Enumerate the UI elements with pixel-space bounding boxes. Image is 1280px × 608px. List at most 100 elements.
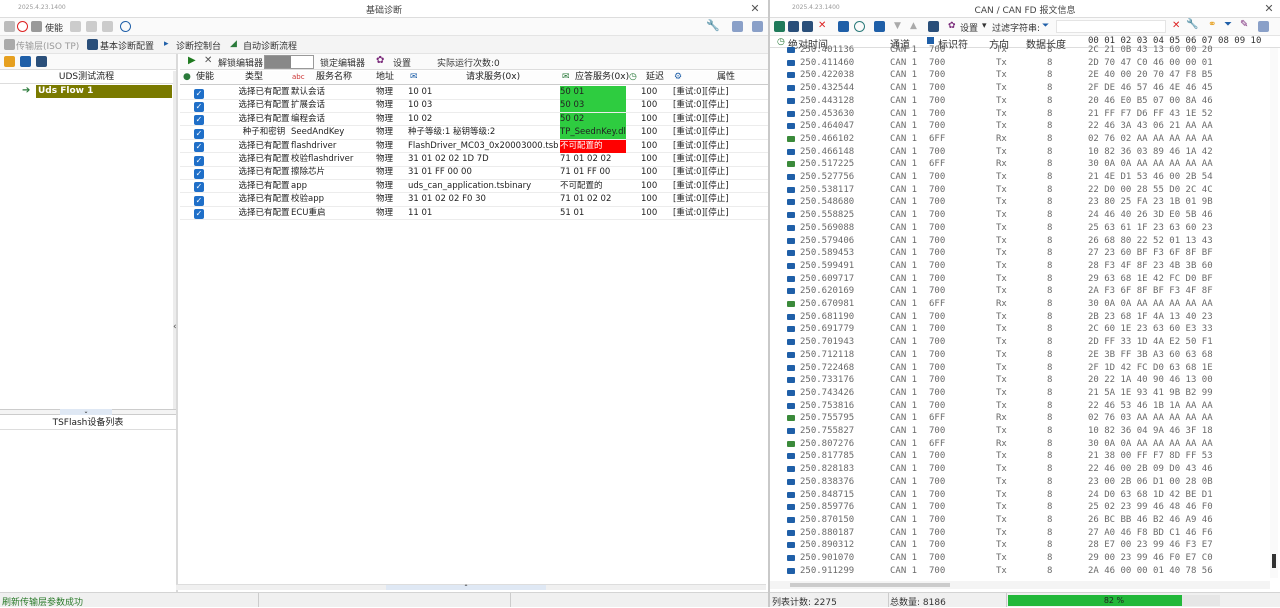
table-row[interactable]: ✓ 选择已有配置 擦除芯片 物理 31 01 FF 00 00 71 01 FF 00 10… [180, 166, 770, 180]
can-message-row[interactable]: 250.838376 CAN 1 700 Tx 8 23 00 2B 06 D1 00 2… [770, 476, 1270, 489]
can-message-row[interactable]: 250.691779 CAN 1 700 Tx 8 2C 60 1E 23 63 60 E… [770, 323, 1270, 336]
close-icon[interactable]: ✕ [1262, 2, 1276, 15]
cell-delay[interactable]: 100 [641, 180, 671, 193]
scroll-to-end-icon[interactable] [838, 21, 849, 32]
cell-attr[interactable]: [重试:0][停止] [673, 153, 763, 166]
window-icon[interactable] [1258, 21, 1269, 32]
can-message-row[interactable]: 250.753816 CAN 1 700 Tx 8 22 46 53 46 1B 1A A… [770, 400, 1270, 413]
can-message-row[interactable]: 250.807276 CAN 1 6FF Rx 8 30 0A 0A AA AA AA A… [770, 438, 1270, 451]
export-icon[interactable] [36, 56, 47, 67]
cell-delay[interactable]: 100 [641, 86, 671, 99]
save-as-icon[interactable] [102, 21, 113, 32]
cell-req[interactable]: 种子等级:1 秘钥等级:2 [408, 126, 558, 139]
row-enable-checkbox[interactable]: ✓ [194, 208, 204, 221]
filter-icon[interactable]: ⏷ [1042, 21, 1049, 31]
clear-icon[interactable]: ✕ [818, 20, 826, 31]
enable-label[interactable]: 使能 [45, 21, 63, 34]
cell-delay[interactable]: 100 [641, 99, 671, 112]
can-message-row[interactable]: 250.432544 CAN 1 700 Tx 8 2F DE 46 57 46 4E 4… [770, 82, 1270, 95]
cell-name[interactable]: ECU重启 [291, 207, 371, 220]
can-message-row[interactable]: 250.589453 CAN 1 700 Tx 8 27 23 60 BF F3 6F 8… [770, 247, 1270, 260]
can-message-row[interactable]: 250.422038 CAN 1 700 Tx 8 2E 40 00 20 70 47 F… [770, 69, 1270, 82]
can-message-row[interactable]: 250.733176 CAN 1 700 Tx 8 20 22 1A 40 90 46 1… [770, 374, 1270, 387]
pause-icon[interactable] [774, 21, 785, 32]
tab-basic-config[interactable]: 基本诊断配置 [100, 39, 154, 52]
cell-name[interactable]: 扩展会话 [291, 99, 371, 112]
highlight-icon[interactable]: ✎ [1240, 19, 1248, 30]
table-row[interactable]: ✓ 选择已有配置 编程会话 物理 10 02 50 02 100 [重试:0][停止] [180, 112, 770, 127]
can-message-row[interactable]: 250.464047 CAN 1 700 Tx 8 22 46 3A 43 06 21 A… [770, 120, 1270, 133]
cell-type[interactable]: 选择已有配置 [230, 140, 298, 153]
cell-resp[interactable]: 71 01 02 02 [560, 153, 626, 166]
col-service-name[interactable]: 服务名称 [316, 71, 352, 84]
camera-icon[interactable] [928, 21, 939, 32]
can-message-row[interactable]: 250.901070 CAN 1 700 Tx 8 29 00 23 99 46 F0 E… [770, 552, 1270, 565]
table-row[interactable]: ✓ 选择已有配置 扩展会话 物理 10 03 50 03 100 [重试:0][停止] [180, 99, 770, 113]
col-attributes[interactable]: 属性 [717, 71, 735, 84]
can-message-row[interactable]: 250.870150 CAN 1 700 Tx 8 26 BC BB 46 B2 46 A… [770, 514, 1270, 527]
cell-name[interactable]: app [291, 180, 371, 193]
cell-addr[interactable]: 物理 [376, 113, 406, 126]
copy-icon[interactable] [802, 21, 813, 32]
cell-attr[interactable]: [重试:0][停止] [673, 193, 763, 206]
open-folder-icon[interactable] [4, 56, 15, 67]
cell-req[interactable]: uds_can_application.tsbinary [408, 180, 558, 193]
enable-check-icon[interactable] [31, 21, 42, 32]
col-enable[interactable]: 使能 [196, 71, 214, 84]
arrow-down-icon[interactable]: ▼ [894, 21, 901, 31]
can-message-row[interactable]: 250.558825 CAN 1 700 Tx 8 24 46 40 26 3D E0 5… [770, 209, 1270, 222]
cell-delay[interactable]: 100 [641, 166, 671, 179]
col-request[interactable]: 请求服务(0x) [466, 71, 520, 84]
sort-icon[interactable] [874, 21, 885, 32]
can-message-row[interactable]: 250.670981 CAN 1 6FF Rx 8 30 0A 0A AA AA AA A… [770, 298, 1270, 311]
cell-addr[interactable]: 物理 [376, 180, 406, 193]
cell-addr[interactable]: 物理 [376, 86, 406, 99]
settings-label[interactable]: 设置 [393, 56, 411, 69]
cell-req[interactable]: 31 01 02 02 F0 30 [408, 193, 558, 206]
cell-delay[interactable]: 100 [641, 207, 671, 220]
editor-lock-toggle[interactable] [264, 55, 314, 69]
cell-addr[interactable]: 物理 [376, 207, 406, 220]
cell-delay[interactable]: 100 [641, 113, 671, 126]
can-vertical-scrollbar[interactable] [1270, 48, 1278, 578]
cell-req[interactable]: 10 01 [408, 86, 558, 99]
cell-type[interactable]: 选择已有配置 [230, 86, 298, 99]
tab-transport-layer[interactable]: 传输层(ISO TP) [16, 39, 79, 52]
tree-item-uds-flow[interactable]: Uds Flow 1 [36, 85, 172, 98]
cell-req[interactable]: FlashDriver_MC03_0x20003000.tsbinary [408, 140, 558, 153]
can-message-row[interactable]: 250.548680 CAN 1 700 Tx 8 23 80 25 FA 23 1B 0… [770, 196, 1270, 209]
cell-resp[interactable]: 50 03 [560, 99, 626, 113]
table-row[interactable]: ✓ 选择已有配置 校验app 物理 31 01 02 02 F0 30 71 01 02 … [180, 193, 770, 207]
cell-type[interactable]: 选择已有配置 [230, 180, 298, 193]
cell-type[interactable]: 选择已有配置 [230, 153, 298, 166]
cell-addr[interactable]: 物理 [376, 99, 406, 112]
cell-resp[interactable]: 71 01 FF 00 [560, 166, 626, 179]
tab-console[interactable]: 诊断控制台 [176, 39, 221, 52]
cell-name[interactable]: flashdriver [291, 140, 371, 153]
cell-delay[interactable]: 100 [641, 126, 671, 139]
table-row[interactable]: ✓ 选择已有配置 flashdriver 物理 FlashDriver_MC03_0x2… [180, 139, 770, 154]
cell-addr[interactable]: 物理 [376, 166, 406, 179]
cell-attr[interactable]: [重试:0][停止] [673, 180, 763, 193]
can-message-row[interactable]: 250.828183 CAN 1 700 Tx 8 22 46 00 2B 09 D0 4… [770, 463, 1270, 476]
cell-attr[interactable]: [重试:0][停止] [673, 207, 763, 220]
can-horizontal-scrollbar[interactable] [770, 581, 1270, 589]
stop-icon[interactable]: ✕ [204, 55, 212, 66]
wrench-icon[interactable]: 🔧 [706, 19, 720, 32]
wrench-icon[interactable]: 🔧 [1186, 19, 1198, 30]
col-response[interactable]: 应答服务(0x) [575, 71, 629, 84]
cell-resp[interactable]: 50 02 [560, 112, 626, 126]
can-message-row[interactable]: 250.411460 CAN 1 700 Tx 8 2D 70 47 C0 46 00 0… [770, 57, 1270, 70]
table-row[interactable]: ✓ 选择已有配置 默认会话 物理 10 01 50 01 100 [重试:0][停止] [180, 86, 770, 100]
cell-addr[interactable]: 物理 [376, 153, 406, 166]
cell-type[interactable]: 选择已有配置 [230, 207, 298, 220]
open-icon[interactable] [70, 21, 81, 32]
cell-req[interactable]: 31 01 FF 00 00 [408, 166, 558, 179]
can-message-row[interactable]: 250.817785 CAN 1 700 Tx 8 21 38 00 FF F7 8D F… [770, 450, 1270, 463]
can-message-row[interactable]: 250.527756 CAN 1 700 Tx 8 21 4E D1 53 46 00 2… [770, 171, 1270, 184]
cell-resp[interactable]: TP_SeednKey.dll [560, 126, 626, 140]
can-message-row[interactable]: 250.743426 CAN 1 700 Tx 8 21 5A 1E 93 41 9B B… [770, 387, 1270, 400]
save-icon[interactable] [86, 21, 97, 32]
filter-funnel-icon[interactable]: ⏷ [1224, 19, 1232, 30]
table-row[interactable]: ✓ 选择已有配置 app 物理 uds_can_application.tsbinary… [180, 180, 770, 194]
